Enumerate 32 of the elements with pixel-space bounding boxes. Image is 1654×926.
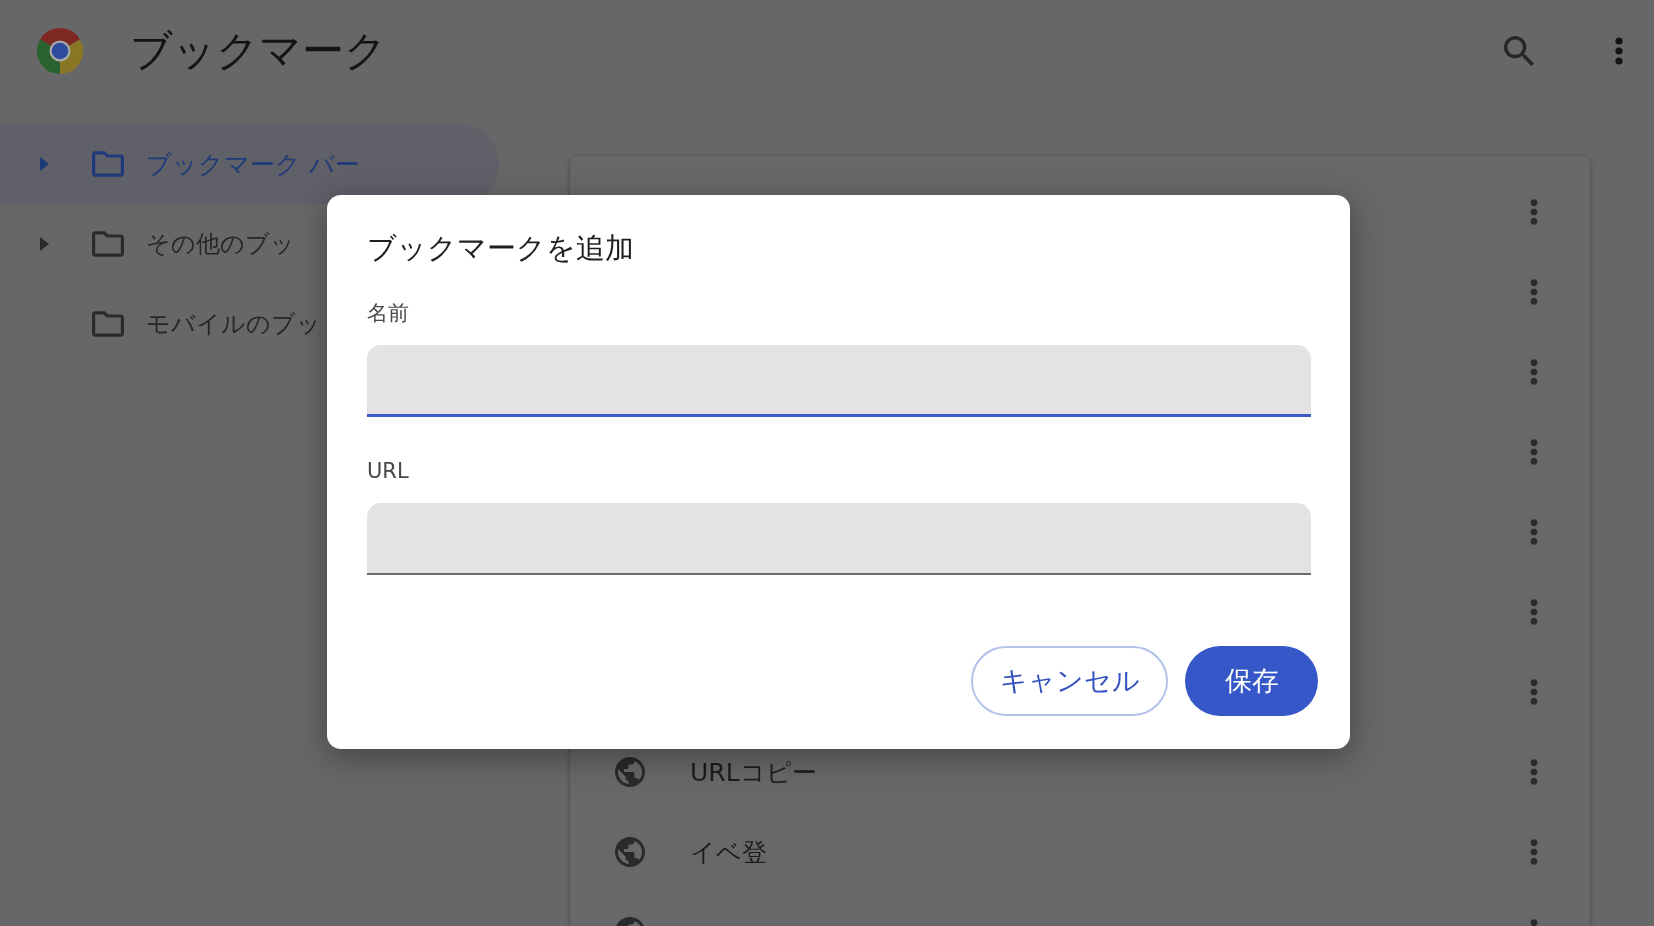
text-input-field[interactable] <box>367 345 1311 417</box>
more-options-icon[interactable] <box>1530 839 1538 865</box>
expand-caret-icon[interactable] <box>40 157 49 171</box>
more-options-icon[interactable] <box>1615 37 1623 65</box>
more-options-icon[interactable] <box>1530 279 1538 305</box>
field-label: 名前 <box>367 300 409 327</box>
folder-icon <box>92 311 124 337</box>
sidebar-item[interactable]: モバイルのブッ <box>0 284 321 364</box>
sidebar-item[interactable]: その他のブッ <box>0 204 295 284</box>
folder-icon <box>92 231 124 257</box>
save-button[interactable]: 保存 <box>1185 646 1318 716</box>
dialog-title: ブックマークを追加 <box>367 230 634 267</box>
more-options-icon[interactable] <box>1530 679 1538 705</box>
app-logo-icon <box>37 28 83 74</box>
bookmark-title[interactable]: イベ登 <box>690 835 767 869</box>
folder-icon <box>92 151 124 177</box>
more-options-icon[interactable] <box>1530 359 1538 385</box>
expand-caret-icon[interactable] <box>40 237 49 251</box>
page-title: ブックマーク <box>130 25 387 77</box>
field-label: URL <box>367 458 409 485</box>
text-input-field[interactable] <box>367 503 1311 575</box>
more-options-icon[interactable] <box>1530 519 1538 545</box>
cancel-button[interactable]: キャンセル <box>971 646 1168 716</box>
sidebar-item[interactable]: ブックマーク バー <box>0 124 499 204</box>
more-options-icon[interactable] <box>1530 759 1538 785</box>
search-icon[interactable] <box>1504 36 1534 66</box>
more-options-icon[interactable] <box>1530 439 1538 465</box>
bookmark-title[interactable]: URLコピー <box>690 755 817 789</box>
more-options-icon[interactable] <box>1530 199 1538 225</box>
globe-icon <box>615 757 645 787</box>
globe-icon <box>615 837 645 867</box>
more-options-icon[interactable] <box>1530 599 1538 625</box>
